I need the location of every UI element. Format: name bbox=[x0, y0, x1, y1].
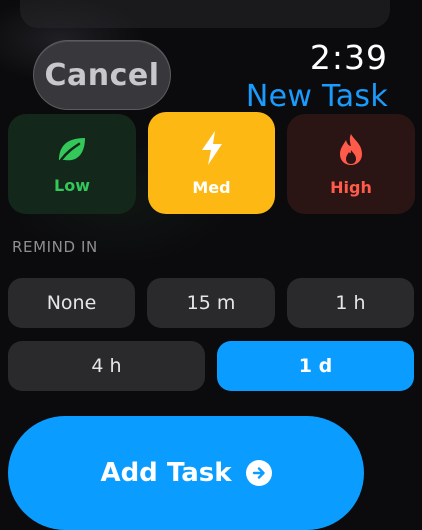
priority-high-button[interactable]: High bbox=[287, 114, 415, 214]
clock-time: 2:39 bbox=[309, 38, 388, 77]
cancel-button[interactable]: Cancel bbox=[33, 40, 171, 110]
page-title: New Task bbox=[245, 79, 388, 114]
add-task-button[interactable]: Add Task bbox=[8, 416, 364, 530]
leaf-icon bbox=[55, 134, 89, 168]
priority-low-button[interactable]: Low bbox=[8, 114, 136, 214]
priority-low-label: Low bbox=[54, 175, 90, 195]
priority-high-label: High bbox=[330, 177, 372, 197]
bolt-icon bbox=[199, 130, 225, 170]
arrow-right-circle-icon bbox=[245, 460, 272, 486]
scrolled-content-blur bbox=[20, 0, 390, 28]
add-task-label: Add Task bbox=[100, 458, 232, 488]
remind-4h-button[interactable]: 4 h bbox=[8, 341, 205, 391]
priority-med-button[interactable]: Med bbox=[148, 112, 275, 214]
priority-med-label: Med bbox=[192, 177, 231, 197]
remind-section-label: REMIND IN bbox=[12, 238, 98, 256]
remind-1d-button[interactable]: 1 d bbox=[217, 341, 414, 391]
remind-15m-button[interactable]: 15 m bbox=[147, 278, 275, 328]
remind-1h-button[interactable]: 1 h bbox=[287, 278, 414, 328]
flame-icon bbox=[336, 132, 366, 170]
remind-none-button[interactable]: None bbox=[8, 278, 135, 328]
